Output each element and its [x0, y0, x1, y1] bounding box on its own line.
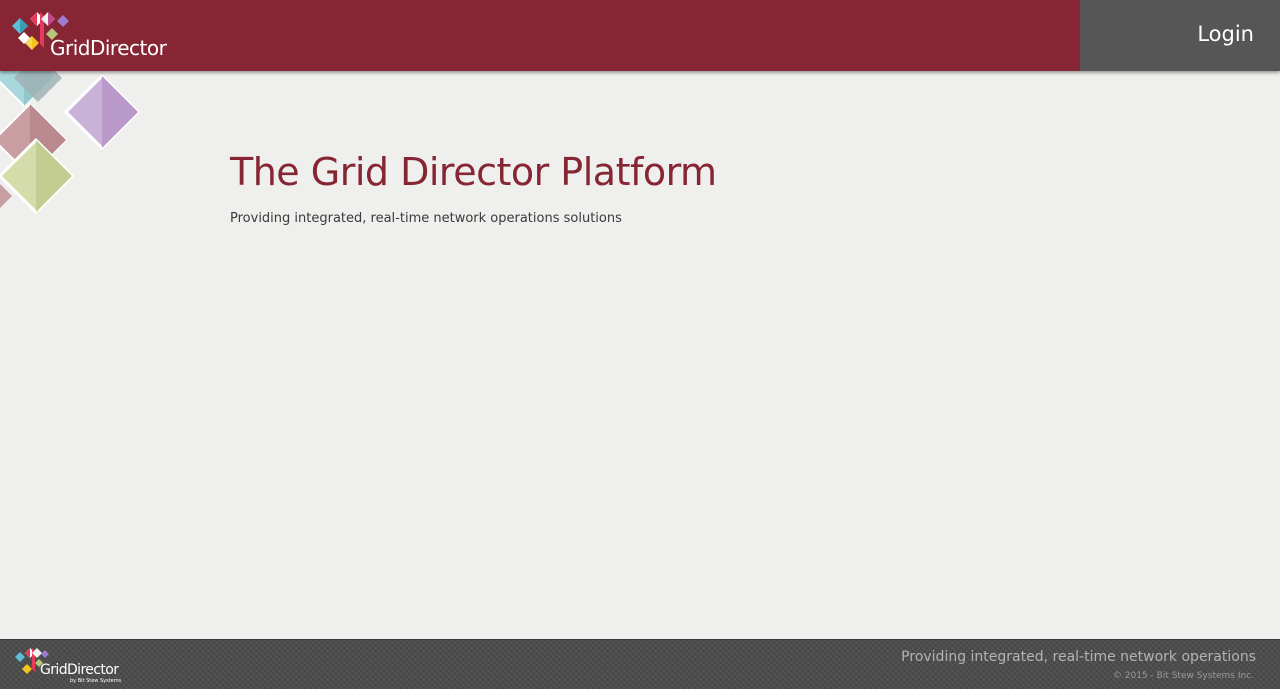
- page: GridDirector Login The Grid Director Pla…: [0, 0, 1280, 689]
- logo-wordmark: GridDirector: [50, 36, 167, 60]
- footer: GridDirector by Bit Stew Systems Providi…: [0, 639, 1280, 689]
- page-title: The Grid Director Platform: [230, 150, 717, 194]
- footer-copyright: © 2015 - Bit Stew Systems Inc.: [1112, 671, 1254, 681]
- footer-logo-wordmark: GridDirector: [40, 662, 119, 678]
- login-panel: Login: [1080, 0, 1280, 71]
- decorative-diamonds-icon: [0, 60, 141, 215]
- footer-tagline: Providing integrated, real-time network …: [901, 649, 1256, 665]
- top-header: GridDirector Login: [0, 0, 1280, 71]
- footer-logo-byline: by Bit Stew Systems: [70, 678, 122, 684]
- login-link[interactable]: Login: [1197, 22, 1254, 46]
- griddirector-logo[interactable]: GridDirector: [10, 8, 195, 62]
- footer-logo: GridDirector by Bit Stew Systems: [14, 646, 129, 686]
- main-content: The Grid Director Platform Providing int…: [230, 145, 1130, 229]
- page-subtitle: Providing integrated, real-time network …: [230, 211, 622, 226]
